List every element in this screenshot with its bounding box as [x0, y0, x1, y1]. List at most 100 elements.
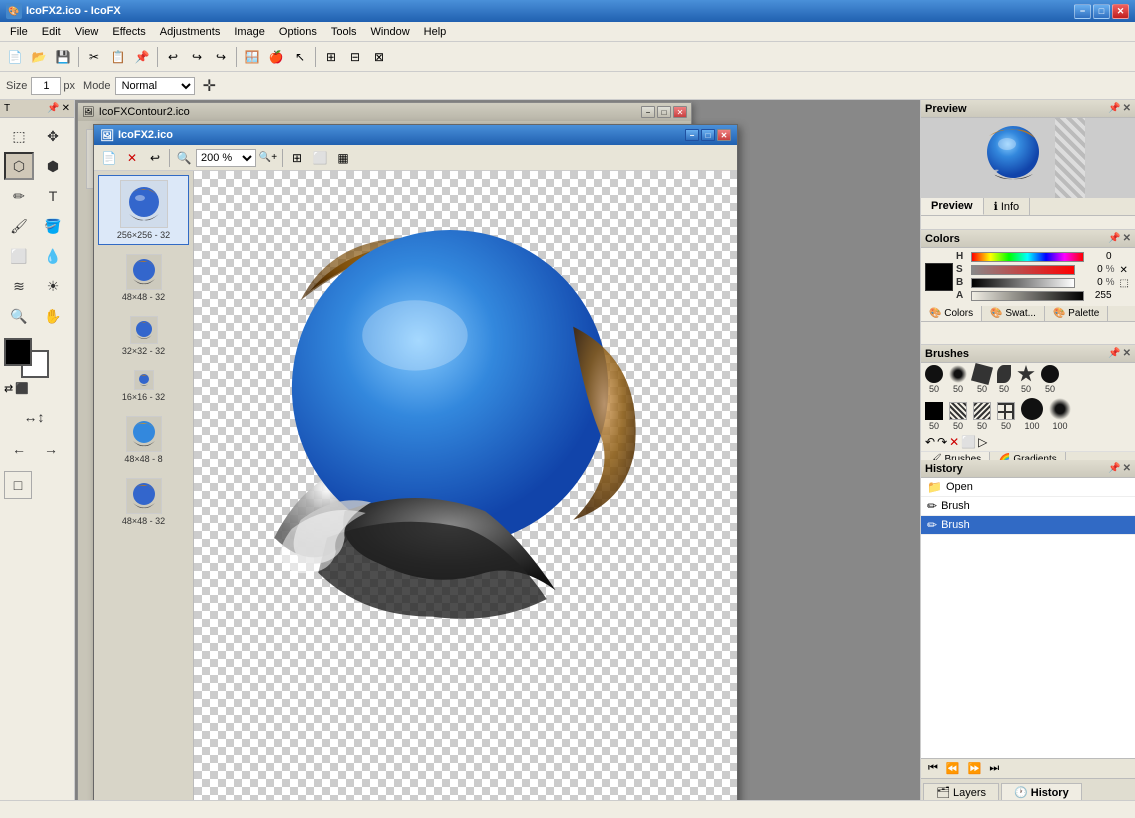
history-first-btn[interactable]: ⏮ [925, 762, 941, 775]
redo-button[interactable]: ↪ [186, 46, 208, 68]
icon-item-256[interactable]: 256×256 - 32 [98, 175, 189, 245]
delete-icon-btn[interactable]: ✕ [121, 148, 143, 168]
bottom-tab-history[interactable]: 🕐 History [1001, 783, 1082, 800]
eraser-tool[interactable]: ⬜ [4, 242, 34, 270]
history-last-btn[interactable]: ⏭ [986, 762, 1002, 775]
bottom-tab-layers[interactable]: 🗂 Layers [923, 783, 999, 800]
icon-item-48a[interactable]: 48×48 - 32 [98, 249, 189, 307]
preview-pin[interactable]: 📌 [1108, 103, 1120, 114]
history-pin[interactable]: 📌 [1108, 463, 1120, 474]
tab-palette[interactable]: 🎨 Palette [1045, 306, 1108, 321]
main-canvas[interactable] [194, 171, 737, 800]
color-tool-1[interactable]: ✕ [1120, 265, 1129, 276]
pencil-tool[interactable]: ✏ [4, 182, 34, 210]
brush-tool-del[interactable]: ↷ [937, 435, 947, 449]
alpha-slider[interactable] [971, 291, 1084, 301]
brush-50-cross[interactable]: 50 [997, 402, 1015, 431]
fill-tool[interactable]: 🪣 [38, 212, 68, 240]
brushes-pin[interactable]: 📌 [1108, 348, 1120, 359]
smudge-tool[interactable]: ≋ [4, 272, 34, 300]
toggle-canvas[interactable]: □ [4, 471, 32, 499]
sat-slider[interactable] [971, 265, 1075, 275]
history-close-btn[interactable]: ✕ [1123, 463, 1131, 474]
redo2-button[interactable]: ↪ [210, 46, 232, 68]
brush-tool[interactable]: 🖌 [4, 212, 34, 240]
winlogo-button[interactable]: 🪟 [241, 46, 263, 68]
menu-image[interactable]: Image [228, 25, 271, 39]
history-item-brush2[interactable]: ✏ Brush [921, 516, 1135, 535]
tab-swatches[interactable]: 🎨 Swat... [982, 306, 1045, 321]
import-icon-btn[interactable]: ↩ [144, 148, 166, 168]
inner-maximize[interactable]: □ [701, 129, 715, 141]
zoom-select[interactable]: 200 % 100 % 50 % 400 % [196, 149, 256, 167]
toolbox-pin[interactable]: 📌 [47, 103, 59, 114]
menu-view[interactable]: View [69, 25, 105, 39]
zoom-in-btn[interactable]: 🔍+ [257, 148, 279, 168]
brush-50-round2[interactable]: 50 [1041, 365, 1059, 394]
tab-colors[interactable]: 🎨 Colors [921, 306, 982, 321]
copy-button[interactable]: 📋 [107, 46, 129, 68]
menu-file[interactable]: File [4, 25, 34, 39]
icon-item-48b[interactable]: 48×48 - 8 [98, 411, 189, 469]
outer-minimize[interactable]: − [641, 106, 655, 118]
close-button[interactable]: ✕ [1112, 4, 1129, 19]
text-tool[interactable]: T [38, 182, 68, 210]
pan-tool[interactable]: ✋ [38, 302, 68, 330]
smooth-btn[interactable]: ⬜ [309, 148, 331, 168]
reset-colors-icon[interactable]: ⬛ [15, 382, 29, 395]
fg-color-swatch[interactable] [925, 263, 953, 291]
zoom-out-btn[interactable]: 🔍 [173, 148, 195, 168]
magic-wand-tool[interactable]: ⬢ [38, 152, 68, 180]
arrow-left[interactable]: ← [4, 435, 34, 463]
brush-50-star[interactable]: 50 [1017, 365, 1035, 394]
menu-window[interactable]: Window [365, 25, 416, 39]
colors-close[interactable]: ✕ [1123, 233, 1131, 244]
inner-minimize[interactable]: − [685, 129, 699, 141]
minimize-button[interactable]: − [1074, 4, 1091, 19]
brushes-close[interactable]: ✕ [1123, 348, 1131, 359]
preview-tab-info[interactable]: ℹ Info [984, 198, 1031, 215]
mode-select[interactable]: Normal Add Subtract Multiply [115, 77, 195, 95]
preview-close[interactable]: ✕ [1123, 103, 1131, 114]
toolbox-close[interactable]: ✕ [62, 103, 70, 114]
brush-50-square[interactable]: 50 [973, 365, 991, 394]
menu-help[interactable]: Help [418, 25, 453, 39]
light-tool[interactable]: ☀ [38, 272, 68, 300]
icon-item-32[interactable]: 32×32 - 32 [98, 311, 189, 361]
history-prev-btn[interactable]: ⏪ [943, 762, 963, 775]
history-next-btn[interactable]: ⏩ [965, 762, 985, 775]
outer-close[interactable]: ✕ [673, 106, 687, 118]
save-button[interactable]: 💾 [52, 46, 74, 68]
colors-pin[interactable]: 📌 [1108, 233, 1120, 244]
brush-50-round[interactable]: 50 [925, 365, 943, 394]
brush-tool-x[interactable]: ✕ [949, 435, 959, 449]
color-tool-2[interactable]: ⬚ [1120, 278, 1129, 289]
select-tool[interactable]: ⬚ [4, 122, 34, 150]
brush-tool-import[interactable]: ⬜ [961, 435, 976, 449]
brush-tool-export[interactable]: ▷ [978, 435, 987, 449]
brush-100-a[interactable]: 100 [1021, 398, 1043, 431]
menu-effects[interactable]: Effects [106, 25, 151, 39]
size-input[interactable] [31, 77, 61, 95]
brush-100-b[interactable]: 100 [1049, 398, 1071, 431]
outer-maximize[interactable]: □ [657, 106, 671, 118]
icon-item-16[interactable]: 16×16 - 32 [98, 365, 189, 407]
brush-50-soft[interactable]: 50 [949, 365, 967, 394]
foreground-color-box[interactable] [4, 338, 32, 366]
grid-btn[interactable]: ⊞ [286, 148, 308, 168]
swap-colors-icon[interactable]: ⇄ [4, 382, 13, 395]
brush-tool-add[interactable]: ↶ [925, 435, 935, 449]
maximize-button[interactable]: □ [1093, 4, 1110, 19]
undo-button[interactable]: ↩ [162, 46, 184, 68]
icon-item-48c[interactable]: 48×48 - 32 [98, 473, 189, 531]
move-tool[interactable]: ✥ [38, 122, 68, 150]
open-button[interactable]: 📂 [28, 46, 50, 68]
dropper-tool[interactable]: 💧 [38, 242, 68, 270]
transform-tool[interactable]: ↔↕ [4, 403, 64, 431]
history-item-open[interactable]: 📁 Open [921, 478, 1135, 497]
view3-button[interactable]: ⊠ [368, 46, 390, 68]
brush-50-pat2[interactable]: 50 [973, 402, 991, 431]
paste-button[interactable]: 📌 [131, 46, 153, 68]
new-button[interactable]: 📄 [4, 46, 26, 68]
menu-adjustments[interactable]: Adjustments [154, 25, 227, 39]
